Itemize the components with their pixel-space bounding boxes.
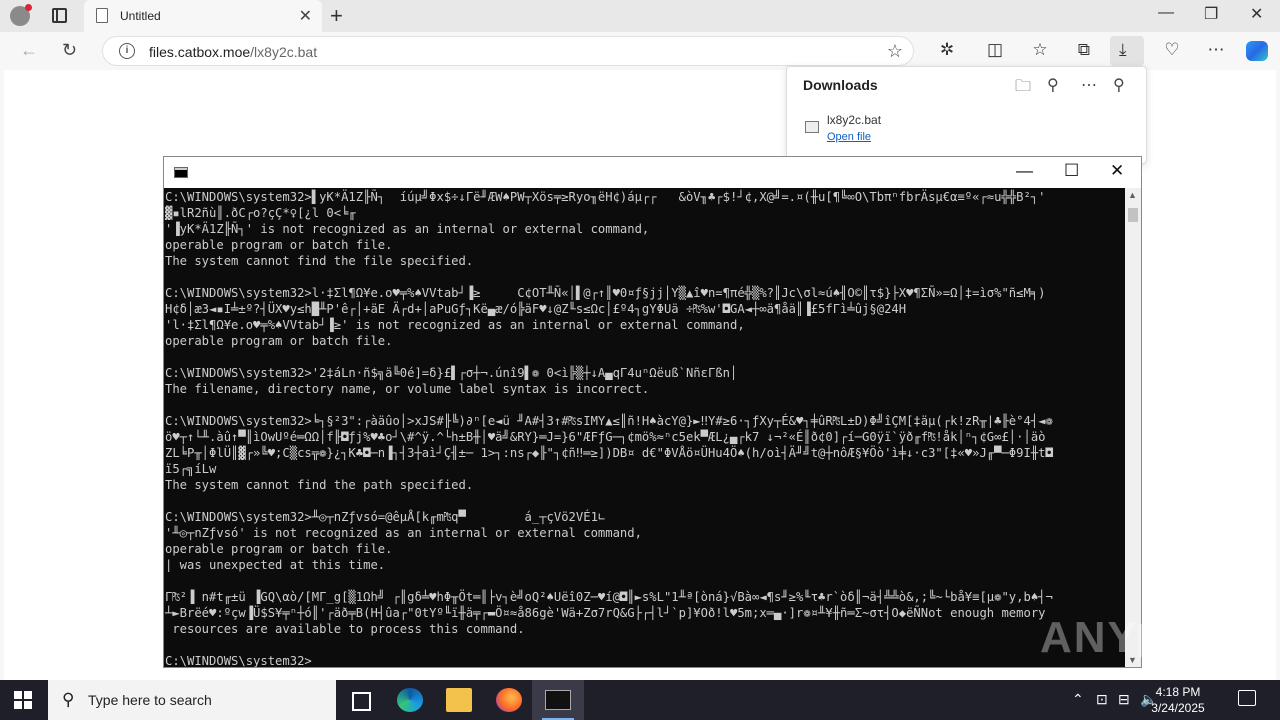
console-scrollbar[interactable]: ▲ ▼: [1125, 188, 1141, 667]
back-icon[interactable]: ←: [20, 40, 38, 61]
anyrun-watermark: ANY▷RUN: [1040, 613, 1277, 662]
page-icon: [96, 8, 108, 23]
collections-icon[interactable]: ⧉: [1072, 40, 1096, 60]
network-icon[interactable]: ⊟: [1118, 691, 1130, 708]
browser-tab-bar: Untitled ✕ + — ❐ ✕: [0, 0, 1280, 32]
pin-icon[interactable]: ⚲: [1113, 75, 1125, 95]
restore-icon[interactable]: ❐: [1204, 4, 1218, 24]
minimize-icon[interactable]: —: [1158, 4, 1174, 22]
file-explorer-icon[interactable]: [446, 688, 472, 712]
console-titlebar[interactable]: — ☐ ✕: [164, 157, 1141, 188]
windows-start-icon[interactable]: [14, 691, 32, 709]
console-window[interactable]: — ☐ ✕ C:\WINDOWS\system32>▌yK*Ä1Z╟Ñ┐ íúµ…: [163, 156, 1142, 668]
more-menu-icon[interactable]: ⋯: [1204, 40, 1228, 60]
refresh-icon[interactable]: ↻: [62, 40, 77, 61]
url-path: /lx8y2c.bat: [250, 44, 318, 60]
cmd-taskbar-icon[interactable]: [532, 680, 584, 720]
extensions-icon[interactable]: ✲: [935, 40, 959, 60]
downloads-header: Downloads: [803, 77, 878, 93]
info-icon[interactable]: i: [119, 43, 135, 59]
chevron-up-icon[interactable]: ⌃: [1072, 691, 1084, 708]
profile-icon[interactable]: [10, 4, 32, 26]
split-screen-icon[interactable]: ◫: [983, 40, 1007, 60]
search-icon[interactable]: ⚲: [1047, 75, 1059, 95]
firefox-icon[interactable]: [496, 688, 522, 712]
url-text[interactable]: files.catbox.moe/lx8y2c.bat: [149, 44, 317, 60]
search-icon: ⚲: [62, 690, 75, 709]
download-icon: ⤓: [1119, 40, 1127, 59]
address-toolbar: ← ↻ i files.catbox.moe/lx8y2c.bat ☆ ✲ ◫ …: [0, 32, 1280, 70]
downloads-panel: Downloads 🗀 ⚲ ⋯ ⚲ lx8y2c.bat Open file: [786, 66, 1147, 164]
downloads-button[interactable]: ⤓: [1110, 36, 1144, 66]
url-host: files.catbox.moe: [149, 44, 251, 60]
edge-icon[interactable]: [397, 688, 423, 712]
console-close-icon[interactable]: ✕: [1110, 161, 1124, 181]
tab-actions-icon[interactable]: [52, 8, 67, 23]
tab-title: Untitled: [120, 9, 161, 23]
copilot-icon[interactable]: [1246, 41, 1268, 61]
taskbar: ⚲ Type here to search ⌃ ⊡ ⊟ 🔈 4:18 PM 3/…: [0, 680, 1280, 720]
tab-untitled[interactable]: Untitled ✕: [84, 0, 322, 32]
scroll-thumb[interactable]: [1128, 208, 1138, 222]
file-icon: [805, 121, 819, 133]
notifications-icon[interactable]: [1238, 690, 1256, 706]
console-maximize-icon[interactable]: ☐: [1064, 161, 1079, 181]
task-view-icon[interactable]: [347, 688, 373, 712]
performance-icon[interactable]: ♡: [1160, 40, 1184, 60]
network-device-icon[interactable]: ⊡: [1096, 691, 1108, 708]
scroll-up-icon[interactable]: ▲: [1128, 190, 1137, 200]
tab-close-icon[interactable]: ✕: [299, 6, 312, 26]
open-folder-icon[interactable]: 🗀: [1015, 75, 1031, 102]
address-bar[interactable]: i files.catbox.moe/lx8y2c.bat ☆: [102, 36, 914, 66]
download-file-name[interactable]: lx8y2c.bat: [827, 113, 881, 127]
cmd-icon: [174, 167, 188, 178]
console-output[interactable]: C:\WINDOWS\system32>▌yK*Ä1Z╟Ñ┐ íúµ╝Φx$÷↓…: [164, 188, 1125, 667]
clock[interactable]: 4:18 PM 3/24/2025: [1138, 684, 1218, 716]
clock-date: 3/24/2025: [1151, 701, 1205, 715]
search-placeholder: Type here to search: [88, 692, 212, 708]
taskbar-search[interactable]: ⚲ Type here to search: [48, 680, 336, 720]
console-minimize-icon[interactable]: —: [1016, 161, 1033, 181]
favorite-star-icon[interactable]: ☆: [887, 41, 903, 62]
more-options-icon[interactable]: ⋯: [1081, 75, 1097, 95]
console-text: C:\WINDOWS\system32>▌yK*Ä1Z╟Ñ┐ íúµ╝Φx$÷↓…: [165, 190, 1053, 667]
clock-time: 4:18 PM: [1155, 685, 1201, 699]
open-file-link[interactable]: Open file: [827, 131, 871, 143]
new-tab-icon[interactable]: +: [330, 3, 343, 29]
close-window-icon[interactable]: ✕: [1250, 4, 1263, 24]
favorites-icon[interactable]: ☆: [1028, 40, 1052, 60]
